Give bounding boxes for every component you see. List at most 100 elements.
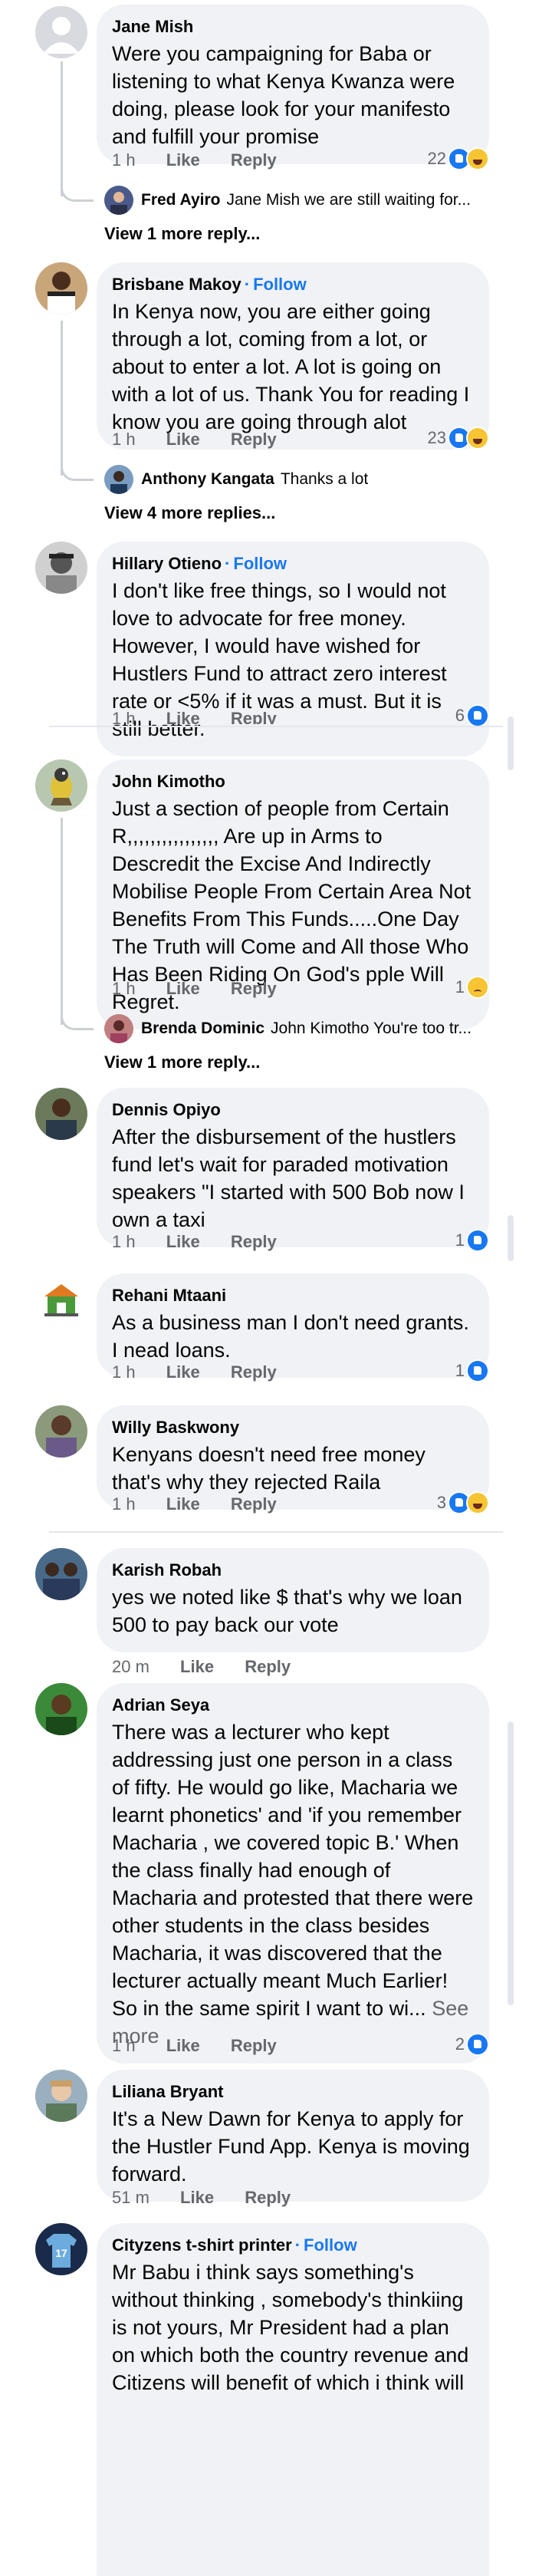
comment-text: As a business man I don't need grants. I…: [112, 1311, 469, 1362]
like-button[interactable]: Like: [166, 1494, 200, 1514]
commenter-name-text[interactable]: Cityzens t-shirt printer: [112, 2235, 292, 2255]
commenter-name[interactable]: Adrian Seya: [112, 1694, 475, 1717]
reaction-count: 6: [455, 706, 465, 725]
comment-actions: 1 h Like Reply: [112, 977, 303, 1000]
comment-time[interactable]: 1 h: [112, 150, 136, 170]
reaction-summary[interactable]: 1: [455, 1359, 489, 1382]
reply-button[interactable]: Reply: [231, 1232, 277, 1251]
comment-time[interactable]: 1 h: [112, 1362, 136, 1382]
view-more-replies-link[interactable]: View 1 more reply...: [104, 224, 260, 244]
like-button[interactable]: Like: [166, 979, 200, 998]
reaction-summary[interactable]: 22: [428, 147, 489, 170]
reply-text: John Kimotho You're too tr...: [271, 1020, 472, 1037]
reaction-summary[interactable]: 1: [455, 1229, 489, 1252]
comment-time[interactable]: 1 h: [112, 1232, 136, 1251]
comment-actions: 1 h Like Reply: [112, 428, 303, 451]
reply-button[interactable]: Reply: [245, 2188, 291, 2207]
follow-button[interactable]: Follow: [304, 2235, 357, 2255]
like-button[interactable]: Like: [180, 2188, 214, 2207]
view-more-replies-link[interactable]: View 4 more replies...: [104, 503, 275, 523]
comment-time[interactable]: 51 m: [112, 2188, 150, 2207]
jersey-number: 17: [55, 2247, 67, 2259]
commenter-name[interactable]: Jane Mish: [112, 15, 475, 38]
comment-time[interactable]: 1 h: [112, 1494, 136, 1514]
like-button[interactable]: Like: [166, 1362, 200, 1382]
reply-preview[interactable]: Anthony Kangata Thanks a lot: [104, 465, 368, 494]
reply-button[interactable]: Reply: [245, 1657, 291, 1676]
commenter-name-text[interactable]: Brisbane Makoy: [112, 275, 242, 294]
reply-preview[interactable]: Fred Ayiro Jane Mish we are still waitin…: [104, 186, 471, 215]
reaction-count: 2: [455, 2034, 465, 2054]
comment-bubble: Adrian Seya There was a lecturer who kep…: [97, 1683, 489, 2064]
commenter-name[interactable]: Rehani Mtaani: [112, 1284, 475, 1307]
like-button[interactable]: Like: [166, 150, 200, 170]
reaction-summary[interactable]: 2: [455, 2033, 489, 2056]
avatar[interactable]: 17: [35, 2223, 87, 2275]
reply-author[interactable]: Brenda Dominic: [141, 1020, 264, 1038]
comment-bubble: Karish Robah yes we noted like $ that's …: [97, 1548, 489, 1652]
reply-button[interactable]: Reply: [231, 430, 277, 449]
comment-time[interactable]: 1 h: [112, 979, 136, 998]
comment-time[interactable]: 1 h: [112, 430, 136, 449]
avatar[interactable]: [35, 6, 87, 58]
like-icon: [466, 704, 489, 727]
scrollbar[interactable]: [508, 1721, 514, 2005]
reply-button[interactable]: Reply: [231, 1494, 277, 1514]
avatar[interactable]: [35, 1088, 87, 1140]
like-button[interactable]: Like: [166, 709, 200, 724]
like-button[interactable]: Like: [166, 2036, 200, 2055]
avatar[interactable]: [35, 2070, 87, 2122]
reply-preview[interactable]: Brenda Dominic John Kimotho You're too t…: [104, 1014, 472, 1043]
reply-button[interactable]: Reply: [231, 979, 277, 998]
avatar: [104, 186, 133, 215]
comment-bubble: Cityzens t-shirt printer · Follow Mr Babu …: [97, 2223, 489, 2576]
commenter-name[interactable]: Dennis Opiyo: [112, 1099, 475, 1122]
comment-text: Kenyans doesn't need free money that's w…: [112, 1443, 426, 1494]
avatar[interactable]: [35, 1405, 87, 1458]
haha-icon: [466, 147, 489, 170]
commenter-name[interactable]: Karish Robah: [112, 1559, 475, 1582]
commenter-name[interactable]: Liliana Bryant: [112, 2080, 475, 2103]
reply-button[interactable]: Reply: [231, 1362, 277, 1382]
comment-time[interactable]: 1 h: [112, 2036, 136, 2055]
reaction-summary[interactable]: 3: [437, 1491, 489, 1514]
reply-button[interactable]: Reply: [231, 2036, 277, 2055]
avatar[interactable]: [35, 1273, 87, 1326]
comment-bubble: Dennis Opiyo After the disbursement of t…: [97, 1088, 489, 1247]
comment-time[interactable]: 1 h: [112, 709, 136, 724]
reply-author[interactable]: Fred Ayiro: [141, 191, 220, 209]
avatar[interactable]: [35, 262, 87, 315]
reply-author[interactable]: Anthony Kangata: [141, 470, 274, 489]
comment-actions: 1 h Like Reply: [112, 707, 303, 724]
view-more-replies-link[interactable]: View 1 more reply...: [104, 1052, 260, 1072]
reaction-summary[interactable]: 23: [428, 427, 489, 450]
reply-text: Thanks a lot: [280, 470, 369, 488]
avatar[interactable]: [35, 759, 87, 812]
commenter-name[interactable]: John Kimotho: [112, 770, 475, 793]
reaction-summary[interactable]: 6: [455, 704, 489, 727]
thread-line: [61, 818, 63, 1025]
commenter-name[interactable]: Willy Baskwony: [112, 1416, 475, 1439]
scrollbar[interactable]: [508, 716, 514, 770]
comment-actions: 1 h Like Reply: [112, 1230, 303, 1253]
reaction-summary[interactable]: 1: [455, 976, 489, 999]
reaction-count: 22: [427, 149, 446, 168]
reply-button[interactable]: Reply: [231, 150, 277, 170]
like-button[interactable]: Like: [166, 1232, 200, 1251]
like-button[interactable]: Like: [180, 1657, 214, 1676]
reaction-count: 3: [436, 1493, 446, 1512]
reply-button[interactable]: Reply: [231, 709, 277, 724]
commenter-name: Cityzens t-shirt printer · Follow: [112, 2234, 475, 2257]
comment-bubble: Brisbane Makoy · Follow In Kenya now, you …: [97, 262, 489, 450]
comment-actions: 1 h Like Reply: [112, 2034, 303, 2057]
commenter-name-text[interactable]: Hillary Otieno: [112, 554, 222, 573]
comment-text: yes we noted like $ that's why we loan 5…: [112, 1586, 462, 1636]
avatar[interactable]: [35, 1548, 87, 1600]
follow-button[interactable]: Follow: [233, 554, 287, 573]
follow-button[interactable]: Follow: [253, 275, 307, 294]
avatar[interactable]: [35, 1683, 87, 1735]
scrollbar[interactable]: [508, 1215, 514, 1261]
avatar[interactable]: [35, 542, 87, 594]
comment-time[interactable]: 20 m: [112, 1657, 150, 1676]
like-button[interactable]: Like: [166, 430, 200, 449]
